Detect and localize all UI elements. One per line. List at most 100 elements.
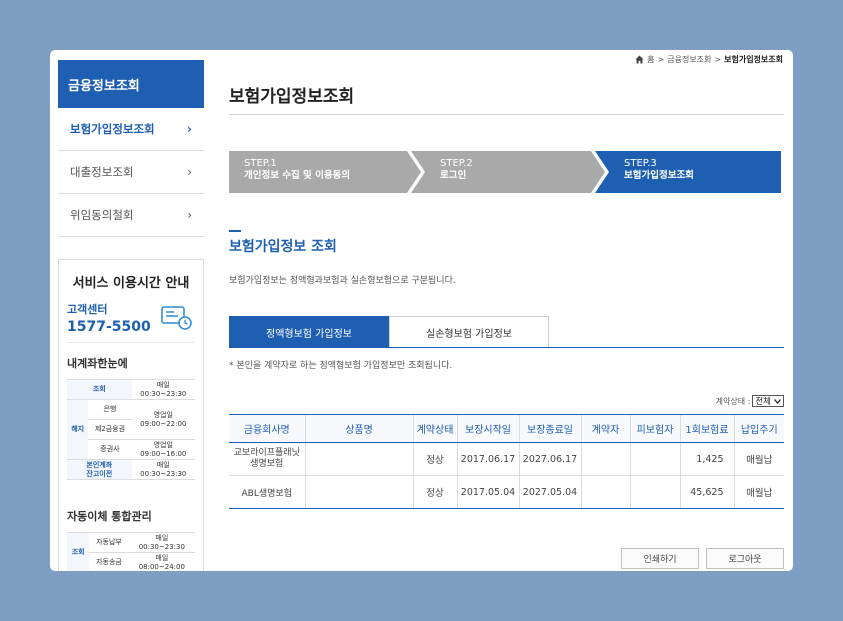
column-header: 피보험자	[629, 414, 680, 443]
insurance-table: 금융회사명 상품명 계약상태 보장시작일 보장종료일 계약자 피보험자 1회보험…	[229, 414, 784, 509]
logout-button[interactable]: 로그아웃	[706, 548, 784, 569]
breadcrumb: 홈 > 금융정보조회 > 보험가입정보조회	[635, 54, 783, 65]
contract-status-label: 계약상태 :	[715, 396, 751, 406]
table-cell: 1,425	[679, 442, 734, 476]
step-label: 개인정보 수집 및 이용동의	[244, 170, 351, 181]
step-2: STEP.2 로그인	[425, 151, 595, 193]
auto-transfer-hours-table: 조회 자동납부 매일 00:30~23:30 자동송금 매일 08:00~24:…	[67, 532, 195, 571]
row-group: 본인계좌 잔고이전	[67, 459, 132, 480]
table-cell: 정상	[412, 475, 457, 509]
step-label: 보험가입정보조회	[624, 170, 694, 181]
step-3: STEP.3 보험가입정보조회	[609, 151, 779, 193]
page-title: 보험가입정보조회	[229, 87, 355, 107]
table-cell: 45,625	[679, 475, 734, 509]
sidebar-item-label: 위임동의철회	[70, 208, 134, 222]
table-row: 교보라이프플래닛 생명보험 정상 2017.06.17 2027.06.17 1…	[229, 442, 784, 476]
customer-center: 고객센터 1577-5500	[67, 301, 195, 343]
sidebar-item-loan-info[interactable]: 대출정보조회 ›	[58, 151, 204, 194]
tab-fixed-insurance[interactable]: 정액형보험 가입정보	[229, 316, 389, 347]
breadcrumb-separator: >	[714, 55, 722, 64]
section-description: 보험가입정보는 정액형과보험과 실손형보험으로 구분됩니다.	[229, 276, 456, 286]
tab-indemnity-insurance[interactable]: 실손형보험 가입정보	[389, 316, 549, 347]
column-header: 1회보험료	[679, 414, 734, 443]
table-cell: 매월납	[733, 475, 784, 509]
table-cell	[304, 442, 413, 476]
column-header: 계약상태	[412, 414, 457, 443]
table-cell: 매월납	[733, 442, 784, 476]
account-overview-hours-table: 조회 매일 00:30~23:30 해지 은행 영업일 09:00~22:00 …	[67, 379, 195, 480]
row-sub: 은행	[88, 399, 132, 420]
sidebar-item-insurance-info[interactable]: 보험가입정보조회 ›	[58, 108, 204, 151]
column-header: 계약자	[580, 414, 630, 443]
row-sub: 제2금융권	[88, 419, 132, 440]
column-header: 상품명	[304, 414, 413, 443]
step-indicator: STEP.1 개인정보 수집 및 이용동의 STEP.2 로그인 STEP.3 …	[229, 151, 781, 193]
call-center-icon	[161, 306, 192, 330]
column-header: 보장종료일	[518, 414, 581, 443]
row-group: 해지	[67, 399, 89, 460]
step-number: STEP.1	[244, 158, 277, 169]
auto-transfer-title: 자동이체 통합관리	[67, 510, 152, 523]
section-title: 보험가입정보 조회	[229, 239, 337, 255]
table-cell: 정상	[412, 442, 457, 476]
table-cell	[629, 475, 680, 509]
row-sub: 자동송금	[89, 552, 129, 571]
row-time: 매일 08:00~24:00	[128, 552, 195, 571]
table-cell	[580, 442, 630, 476]
step-number: STEP.3	[624, 158, 657, 169]
table-cell: 2027.05.04	[518, 475, 581, 509]
column-header: 금융회사명	[229, 414, 305, 443]
row-group: 조회	[67, 532, 90, 571]
sidebar-item-consent-withdrawal[interactable]: 위임동의철회 ›	[58, 194, 204, 237]
sidebar-heading: 금융정보조회	[58, 60, 204, 108]
row-time: 영업일 09:00~22:00	[131, 399, 195, 440]
contract-status-select[interactable]: 전체	[752, 395, 784, 407]
table-cell	[304, 475, 413, 509]
breadcrumb-current: 보험가입정보조회	[724, 55, 783, 64]
row-sub: 자동납부	[89, 532, 129, 553]
table-cell: ABL생명보험	[229, 475, 305, 509]
row-time: 영업일 09:00~16:00	[131, 439, 195, 460]
browser-window: 금융정보조회 보험가입정보조회 › 대출정보조회 › 위임동의철회 › 서비스 …	[50, 50, 793, 571]
sidebar: 금융정보조회 보험가입정보조회 › 대출정보조회 › 위임동의철회 ›	[58, 60, 204, 237]
row-time: 매일 00:30~23:30	[131, 459, 195, 480]
table-cell: 2027.06.17	[518, 442, 581, 476]
sidebar-item-label: 보험가입정보조회	[70, 122, 155, 136]
chevron-down-icon	[774, 398, 781, 404]
table-cell	[629, 442, 680, 476]
column-header: 보장시작일	[456, 414, 519, 443]
step-label: 로그인	[440, 170, 467, 181]
insurance-table-wrapper: 금융회사명 상품명 계약상태 보장시작일 보장종료일 계약자 피보험자 1회보험…	[229, 414, 784, 509]
chevron-right-icon: ›	[187, 122, 192, 136]
notice-text: * 본인을 계약자로 하는 정액형보험 가입정보만 조회됩니다.	[229, 361, 453, 371]
breadcrumb-level1[interactable]: 금융정보조회	[667, 54, 711, 65]
table-cell: 2017.05.04	[456, 475, 519, 509]
table-cell: 교보라이프플래닛 생명보험	[229, 442, 305, 476]
service-hours-box: 서비스 이용시간 안내 고객센터 1577-5500 내계좌한눈에 조회 매일 …	[58, 259, 204, 571]
contract-status-filter: 계약상태 : 전체	[716, 395, 784, 407]
row-time: 매일 00:30~23:30	[128, 532, 195, 553]
breadcrumb-home[interactable]: 홈	[647, 54, 654, 65]
contract-status-value: 전체	[755, 397, 771, 407]
table-cell: 2017.06.17	[456, 442, 519, 476]
table-row: ABL생명보험 정상 2017.05.04 2027.05.04 45,625 …	[229, 475, 784, 509]
chevron-right-icon: ›	[187, 208, 192, 222]
column-header: 납입주기	[733, 414, 784, 443]
section-title-accent	[229, 230, 241, 232]
home-icon[interactable]	[635, 55, 644, 64]
row-time: 매일 00:30~23:30	[131, 379, 195, 400]
table-header-row: 금융회사명 상품명 계약상태 보장시작일 보장종료일 계약자 피보험자 1회보험…	[229, 414, 784, 443]
print-button[interactable]: 인쇄하기	[621, 548, 699, 569]
insurance-type-tabs: 정액형보험 가입정보 실손형보험 가입정보	[229, 316, 784, 348]
sidebar-item-label: 대출정보조회	[70, 165, 134, 179]
service-hours-title: 서비스 이용시간 안내	[72, 276, 190, 291]
row-sub: 증권사	[88, 439, 132, 460]
title-divider	[229, 114, 784, 115]
row-group: 조회	[67, 379, 132, 400]
account-overview-title: 내계좌한눈에	[67, 357, 128, 370]
step-1: STEP.1 개인정보 수집 및 이용동의	[229, 151, 409, 193]
step-number: STEP.2	[440, 158, 473, 169]
breadcrumb-separator: >	[657, 55, 665, 64]
table-cell	[580, 475, 630, 509]
chevron-right-icon: ›	[187, 165, 192, 179]
